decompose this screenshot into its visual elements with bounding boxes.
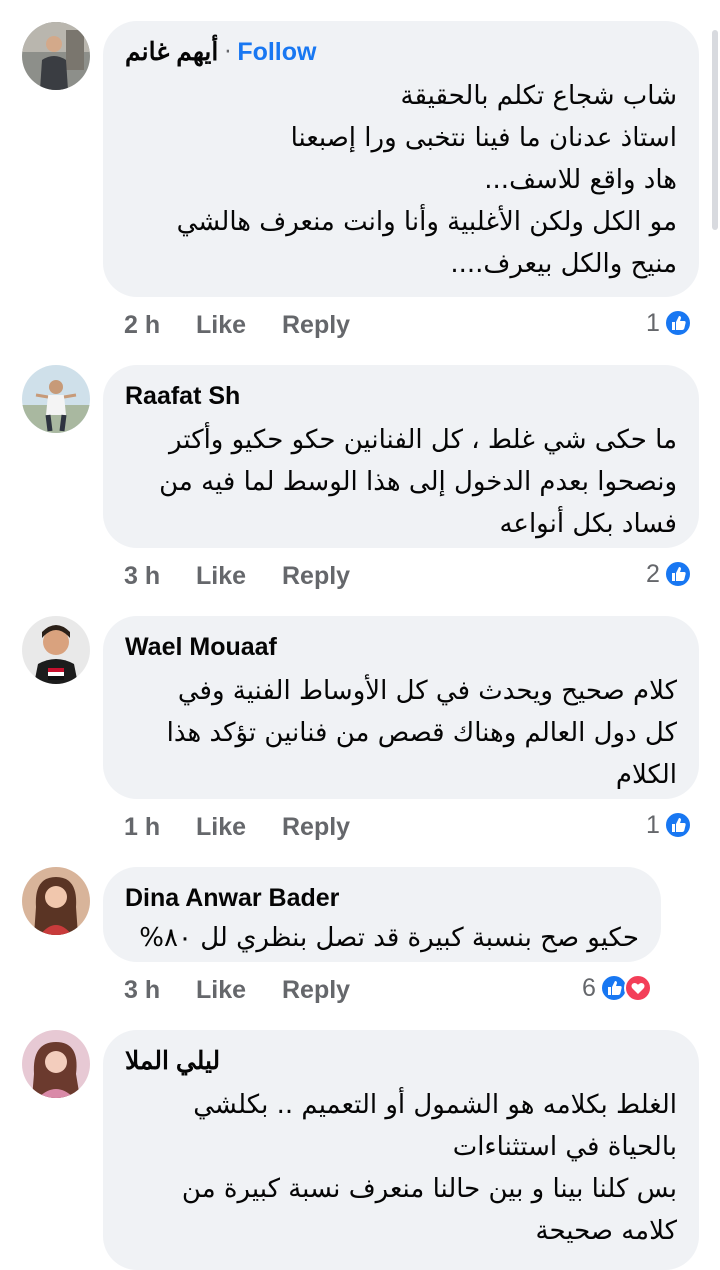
avatar[interactable] xyxy=(22,1030,90,1098)
comment-line: كلام صحيح ويحدث في كل الأوساط الفنية وفي xyxy=(177,676,677,706)
comment-timestamp[interactable]: 2 h xyxy=(124,311,196,340)
comment-line: الكلام xyxy=(615,760,677,790)
avatar[interactable] xyxy=(22,22,90,90)
comment-line: كل دول العالم وهناك قصص من فنانين تؤكد ه… xyxy=(166,718,677,748)
reaction-summary[interactable]: 2 xyxy=(646,556,692,592)
author-name[interactable]: Raafat Sh xyxy=(125,382,240,411)
comment-bubble: Dina Anwar Bader حكيو صح بنسبة كبيرة قد … xyxy=(103,867,661,962)
comment-line: شاب شجاع تكلم بالحقيقة xyxy=(400,81,677,111)
reaction-count: 1 xyxy=(646,810,660,839)
avatar-image xyxy=(22,1030,90,1098)
comment-text: ما حكى شي غلط ، كل الفنانين حكو حكيو وأك… xyxy=(125,419,677,545)
reply-button[interactable]: Reply xyxy=(282,562,350,591)
like-reaction-icon xyxy=(663,560,692,588)
reaction-count: 6 xyxy=(582,973,596,1002)
comment-line: بالحياة في استثناءات xyxy=(452,1132,677,1162)
reply-button[interactable]: Reply xyxy=(282,976,350,1005)
author-row: أيهم غانم · Follow xyxy=(125,35,677,69)
avatar-image xyxy=(22,22,90,90)
reaction-count: 2 xyxy=(646,559,660,588)
reply-button[interactable]: Reply xyxy=(282,813,350,842)
love-reaction-icon xyxy=(623,974,652,1002)
comment-timestamp[interactable]: 1 h xyxy=(124,813,196,842)
comment-line: فساد بكل أنواعه xyxy=(499,509,677,539)
author-row: Raafat Sh xyxy=(125,379,677,413)
comment-bubble: ليلي الملا الغلط بكلامه هو الشمول أو الت… xyxy=(103,1030,699,1270)
avatar[interactable] xyxy=(22,365,90,433)
comment-line: هاد واقع للاسف... xyxy=(484,165,677,195)
comment-bubble: Wael Mouaaf كلام صحيح ويحدث في كل الأوسا… xyxy=(103,616,699,799)
separator-dot: · xyxy=(224,39,232,65)
avatar[interactable] xyxy=(22,616,90,684)
author-row: ليلي الملا xyxy=(125,1044,677,1078)
reply-button[interactable]: Reply xyxy=(282,311,350,340)
follow-button[interactable]: Follow xyxy=(237,38,316,67)
comment-line: استاذ عدنان ما فينا نتخبى ورا إصبعنا xyxy=(290,123,677,153)
author-row: Wael Mouaaf xyxy=(125,630,677,664)
comment-actions: 3 h Like Reply xyxy=(124,558,350,594)
comment-actions: 3 h Like Reply xyxy=(124,972,350,1008)
comment-line: حكيو صح بنسبة كبيرة قد تصل بنظري لل ٨٠% xyxy=(139,923,639,953)
reaction-summary[interactable]: 1 xyxy=(646,305,692,341)
comment-line: مو الكل ولكن الأغلبية وأنا وانت منعرف ها… xyxy=(176,207,677,237)
comment-text: كلام صحيح ويحدث في كل الأوساط الفنية وفي… xyxy=(125,670,677,796)
like-reaction-icon xyxy=(663,811,692,839)
comment-line: كلامه صحيحة xyxy=(535,1216,677,1246)
comment-bubble: Raafat Sh ما حكى شي غلط ، كل الفنانين حك… xyxy=(103,365,699,548)
like-button[interactable]: Like xyxy=(196,562,282,591)
comment-line: بس كلنا بينا و بين حالنا منعرف نسبة كبير… xyxy=(181,1174,677,1204)
author-name[interactable]: ليلي الملا xyxy=(125,1046,220,1076)
author-name[interactable]: Dina Anwar Bader xyxy=(125,884,339,913)
comment-text: الغلط بكلامه هو الشمول أو التعميم .. بكل… xyxy=(125,1084,677,1252)
like-button[interactable]: Like xyxy=(196,976,282,1005)
avatar-image xyxy=(22,867,90,935)
comment-text: حكيو صح بنسبة كبيرة قد تصل بنظري لل ٨٠% xyxy=(125,917,639,959)
avatar-image xyxy=(22,365,90,433)
comment-bubble: أيهم غانم · Follow شاب شجاع تكلم بالحقيق… xyxy=(103,21,699,297)
reaction-summary[interactable]: 6 xyxy=(582,970,652,1006)
comment-actions: 2 h Like Reply xyxy=(124,307,350,343)
comment-timestamp[interactable]: 3 h xyxy=(124,976,196,1005)
comment-line: ونصحوا بعدم الدخول إلى هذا الوسط لما فيه… xyxy=(159,467,677,497)
comment-line: ما حكى شي غلط ، كل الفنانين حكو حكيو وأك… xyxy=(169,425,677,455)
avatar[interactable] xyxy=(22,867,90,935)
like-button[interactable]: Like xyxy=(196,311,282,340)
like-button[interactable]: Like xyxy=(196,813,282,842)
comment-timestamp[interactable]: 3 h xyxy=(124,562,196,591)
author-name[interactable]: أيهم غانم xyxy=(125,37,218,67)
comment-actions: 1 h Like Reply xyxy=(124,809,350,845)
comment-line: منيح والكل بيعرف.... xyxy=(450,249,677,279)
comment-text: شاب شجاع تكلم بالحقيقة استاذ عدنان ما في… xyxy=(125,75,677,285)
author-name[interactable]: Wael Mouaaf xyxy=(125,633,277,662)
reaction-count: 1 xyxy=(646,308,660,337)
reaction-summary[interactable]: 1 xyxy=(646,807,692,843)
scrollbar[interactable] xyxy=(712,30,718,230)
author-row: Dina Anwar Bader xyxy=(125,881,639,915)
like-reaction-icon xyxy=(663,309,692,337)
avatar-image xyxy=(22,616,90,684)
comment-line: الغلط بكلامه هو الشمول أو التعميم .. بكل… xyxy=(193,1090,677,1120)
